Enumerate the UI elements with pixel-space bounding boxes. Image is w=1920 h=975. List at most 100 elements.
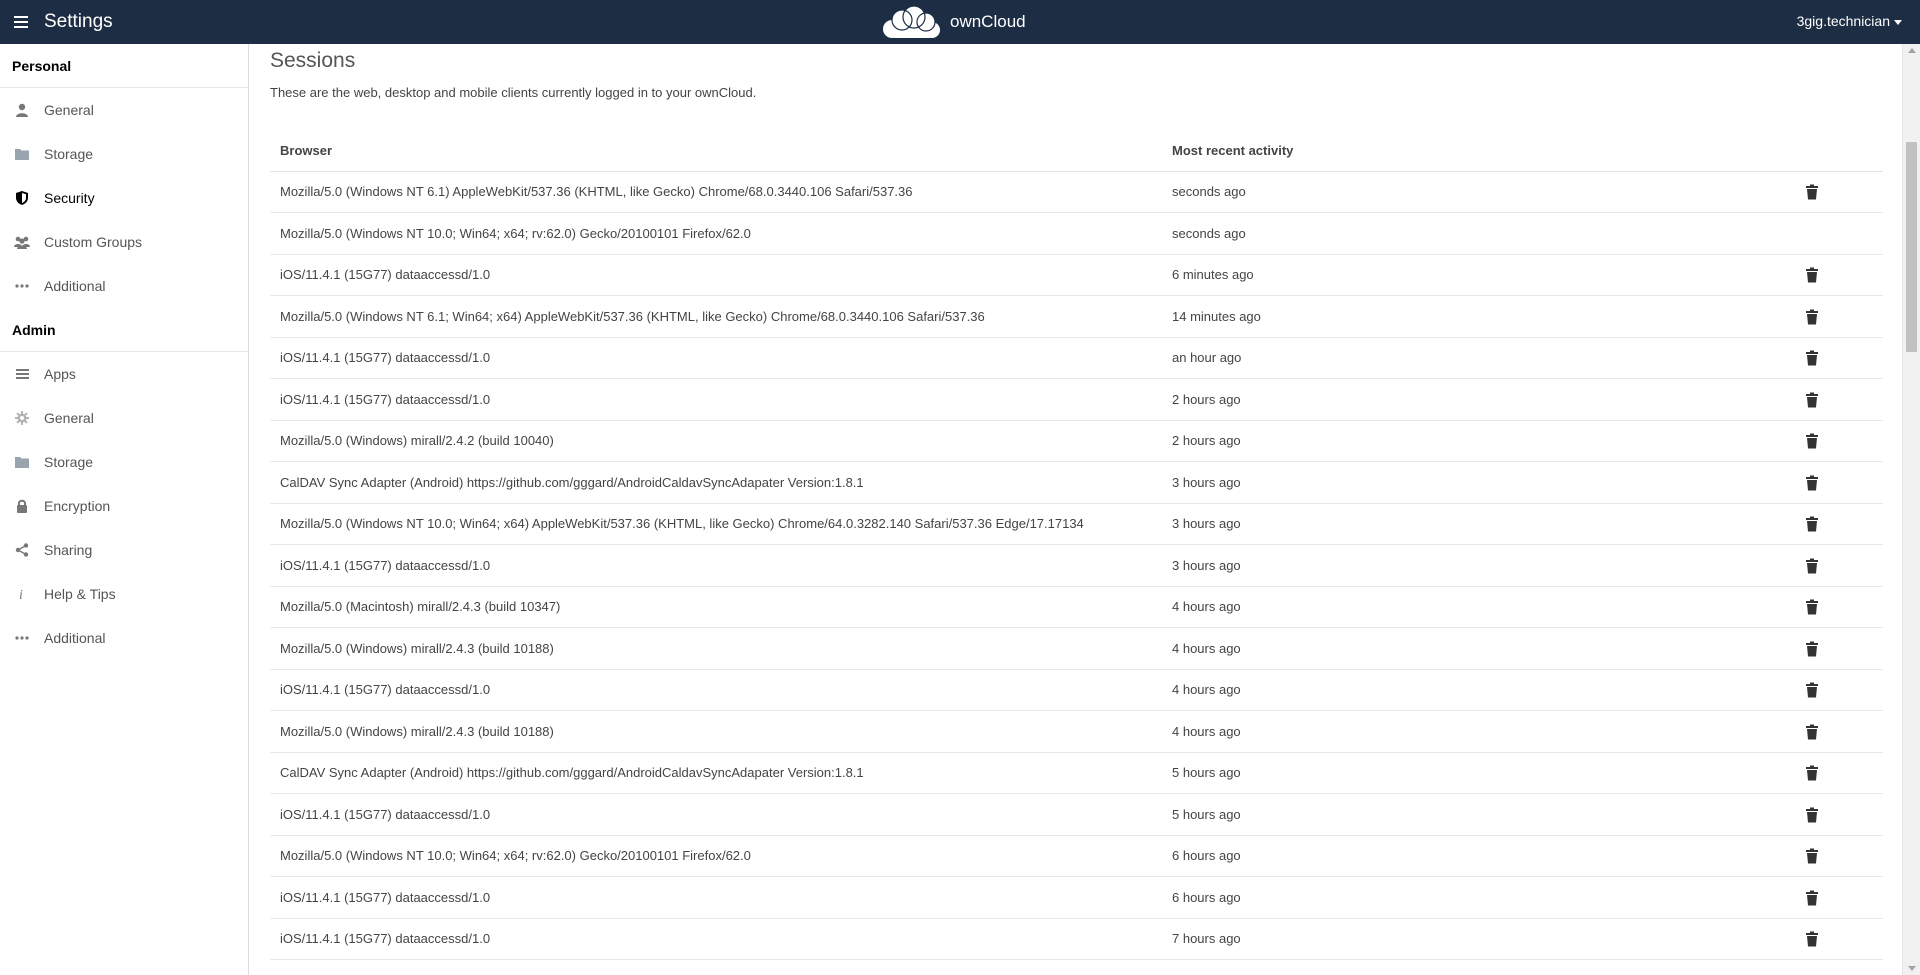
session-action-cell [1782,254,1883,296]
sidebar-item-admin-storage[interactable]: Storage [0,440,248,484]
list-icon [14,366,30,382]
scroll-up-arrow-icon[interactable] [1908,48,1916,53]
page-title: Sessions [270,49,356,72]
trash-icon[interactable] [1804,392,1820,408]
sidebar-item-apps[interactable]: Apps [0,352,248,396]
sessions-table-body: Mozilla/5.0 (Windows NT 6.1) AppleWebKit… [270,171,1883,960]
session-action-cell [1782,503,1883,545]
table-row: Mozilla/5.0 (Windows) mirall/2.4.3 (buil… [270,627,1883,670]
sidebar-item-custom-groups[interactable]: Custom Groups [0,220,248,264]
trash-icon[interactable] [1804,350,1820,366]
session-action-cell [1782,586,1883,628]
trash-icon[interactable] [1804,184,1820,200]
user-name: 3gig.technician [1796,13,1890,29]
session-activity-cell: 3 hours ago [1162,503,1782,545]
session-browser-cell: iOS/11.4.1 (15G77) dataaccessd/1.0 [270,793,1162,836]
session-browser-cell: Mozilla/5.0 (Windows NT 6.1; Win64; x64)… [270,295,1162,338]
session-browser-cell: iOS/11.4.1 (15G77) dataaccessd/1.0 [270,544,1162,587]
sidebar-item-admin-general[interactable]: General [0,396,248,440]
session-action-cell [1782,212,1883,255]
sidebar-item-label: Additional [44,630,106,646]
top-header: Settings ownCloud 3gig.technician [0,0,1920,44]
page-description: These are the web, desktop and mobile cl… [270,85,757,100]
table-row: Mozilla/5.0 (Windows NT 10.0; Win64; x64… [270,503,1883,545]
session-action-cell [1782,461,1883,504]
table-row: iOS/11.4.1 (15G77) dataaccessd/1.0 6 hour… [270,876,1883,919]
table-row: Mozilla/5.0 (Windows) mirall/2.4.2 (buil… [270,420,1883,462]
sidebar-item-label: Help & Tips [44,586,116,602]
app-title[interactable]: Settings [44,11,113,33]
session-activity-cell: 2 hours ago [1162,420,1782,462]
folder-icon [14,454,30,470]
share-icon [14,542,30,558]
session-activity-cell: 6 minutes ago [1162,254,1782,296]
sidebar-item-personal-general[interactable]: General [0,88,248,132]
table-row: iOS/11.4.1 (15G77) dataaccessd/1.0 3 hour… [270,544,1883,587]
session-browser-cell: CalDAV Sync Adapter (Android) https://gi… [270,752,1162,794]
trash-icon[interactable] [1804,599,1820,615]
column-header-action [1782,131,1883,172]
more-icon [14,630,30,646]
session-browser-cell: iOS/11.4.1 (15G77) dataaccessd/1.0 [270,876,1162,919]
sidebar-item-sharing[interactable]: Sharing [0,528,248,572]
session-activity-cell: 5 hours ago [1162,793,1782,836]
trash-icon[interactable] [1804,516,1820,532]
scrollbar-thumb[interactable] [1906,142,1917,352]
table-row: iOS/11.4.1 (15G77) dataaccessd/1.0 5 hour… [270,793,1883,836]
trash-icon[interactable] [1804,931,1820,947]
session-action-cell [1782,295,1883,338]
section-title-personal: Personal [0,44,248,88]
sidebar-item-help-tips[interactable]: i Help & Tips [0,572,248,616]
sidebar-item-label: Apps [44,366,76,382]
trash-icon[interactable] [1804,475,1820,491]
session-action-cell [1782,378,1883,421]
session-activity-cell: an hour ago [1162,337,1782,379]
table-row: Mozilla/5.0 (Windows NT 6.1) AppleWebKit… [270,171,1883,213]
shield-icon [14,190,30,206]
brand-name: ownCloud [950,12,1026,31]
section-title-admin: Admin [0,308,248,352]
session-browser-cell: Mozilla/5.0 (Windows) mirall/2.4.3 (buil… [270,710,1162,753]
session-activity-cell: 4 hours ago [1162,586,1782,628]
sidebar-item-label: Encryption [44,498,111,514]
group-icon [14,234,30,250]
trash-icon[interactable] [1804,267,1820,283]
session-action-cell [1782,710,1883,753]
session-activity-cell: 7 hours ago [1162,918,1782,960]
trash-icon[interactable] [1804,724,1820,740]
hamburger-menu-icon[interactable] [12,12,32,32]
table-row: Mozilla/5.0 (Macintosh) mirall/2.4.3 (bu… [270,586,1883,628]
trash-icon[interactable] [1804,682,1820,698]
session-activity-cell: 4 hours ago [1162,710,1782,753]
table-row: Mozilla/5.0 (Windows NT 10.0; Win64; x64… [270,212,1883,255]
session-browser-cell: iOS/11.4.1 (15G77) dataaccessd/1.0 [270,337,1162,379]
trash-icon[interactable] [1804,433,1820,449]
sidebar-item-personal-storage[interactable]: Storage [0,132,248,176]
user-menu[interactable]: 3gig.technician [1797,13,1902,29]
trash-icon[interactable] [1804,890,1820,906]
page-scrollbar[interactable] [1902,44,1920,975]
sidebar-item-label: Sharing [44,542,93,558]
sidebar-item-encryption[interactable]: Encryption [0,484,248,528]
session-action-cell [1782,752,1883,794]
session-activity-cell: 3 hours ago [1162,544,1782,587]
sidebar-item-admin-additional[interactable]: Additional [0,616,248,660]
session-activity-cell: 6 hours ago [1162,835,1782,877]
scroll-down-arrow-icon[interactable] [1908,966,1916,971]
sidebar-item-security[interactable]: Security [0,176,248,220]
gear-icon [14,410,30,426]
owncloud-logo[interactable]: ownCloud [880,4,1026,40]
trash-icon[interactable] [1804,558,1820,574]
table-row: Mozilla/5.0 (Windows NT 10.0; Win64; x64… [270,835,1883,877]
trash-icon[interactable] [1804,641,1820,657]
trash-icon[interactable] [1804,848,1820,864]
trash-icon[interactable] [1804,765,1820,781]
folder-icon [14,146,30,162]
sidebar-item-personal-additional[interactable]: Additional [0,264,248,308]
trash-icon[interactable] [1804,807,1820,823]
trash-icon[interactable] [1804,309,1820,325]
session-action-cell [1782,918,1883,960]
session-action-cell [1782,544,1883,587]
session-action-cell [1782,876,1883,919]
cloud-logo-icon [883,5,940,38]
